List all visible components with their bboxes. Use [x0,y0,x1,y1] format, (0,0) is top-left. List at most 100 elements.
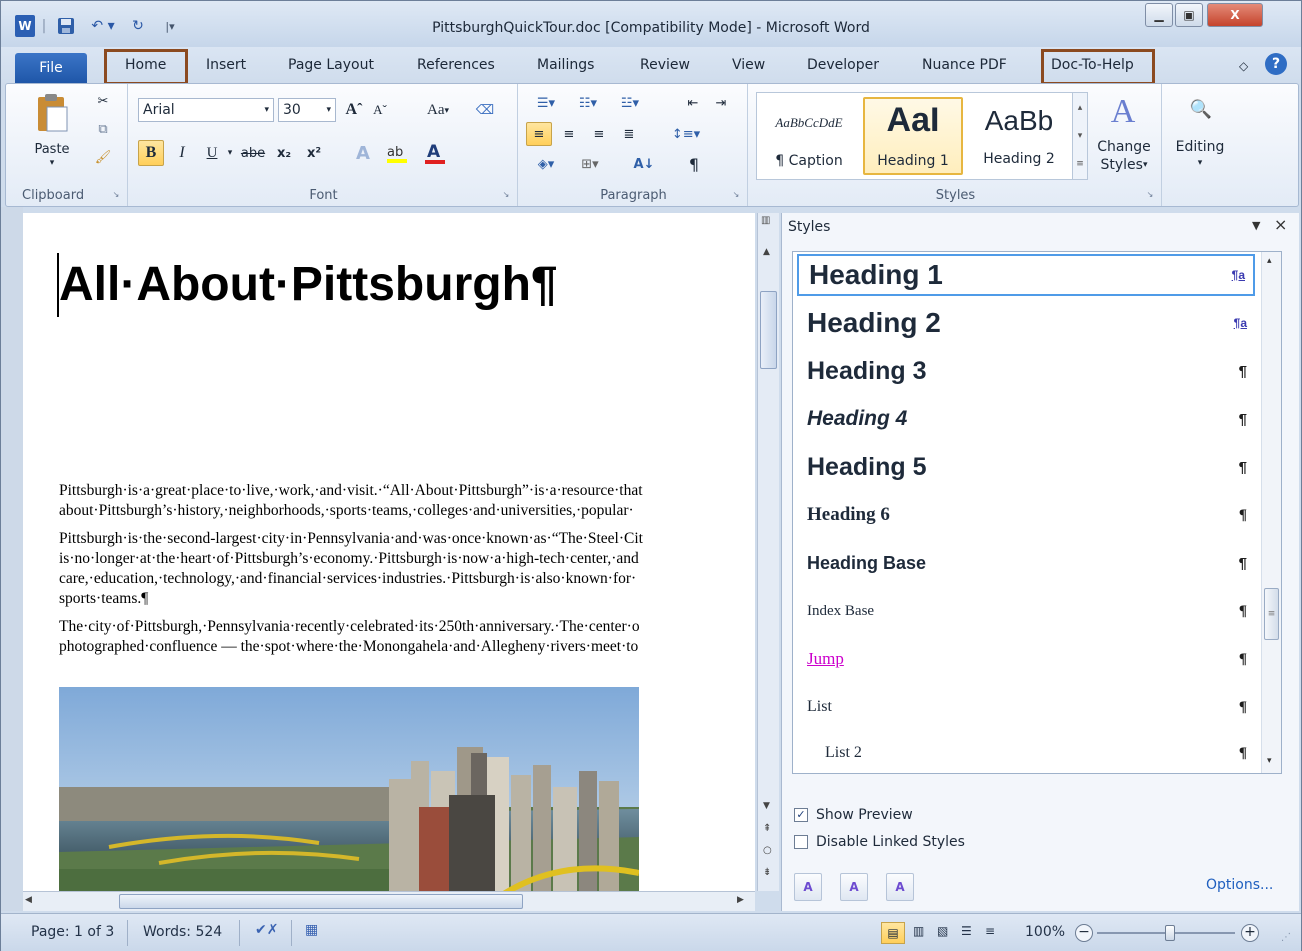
bold-button[interactable]: B [138,140,164,166]
superscript-button[interactable]: x² [300,140,328,166]
tab-doc-to-help[interactable]: Doc-To-Help [1051,57,1134,73]
close-pane-icon[interactable]: × [1274,215,1287,234]
sort-icon[interactable]: A↓ [630,152,658,176]
shading-icon[interactable]: ◈▾ [526,152,566,176]
draft-icon[interactable]: ≡ [985,924,995,938]
scroll-down-icon[interactable]: ▼ [763,801,770,811]
style-item-heading-3[interactable]: Heading 3 ¶ [797,350,1255,392]
options-link[interactable]: Options... [1206,877,1273,893]
grow-font-icon[interactable]: Aˆ [342,98,366,122]
clipboard-launcher-icon[interactable]: ↘ [110,188,122,200]
clear-formatting-icon[interactable]: ⌫ [472,98,498,122]
manage-styles-icon[interactable]: A [886,873,914,901]
web-layout-icon[interactable]: ▧ [937,924,948,938]
tab-insert[interactable]: Insert [206,57,246,73]
align-left-icon[interactable]: ≡ [526,122,552,146]
zoom-slider-thumb[interactable] [1165,925,1175,941]
strikethrough-button[interactable]: abe [238,140,268,166]
cut-icon[interactable]: ✂ [92,90,114,112]
proofing-icon[interactable]: ✔✗ [255,922,278,938]
borders-icon[interactable]: ⊞▾ [570,152,610,176]
style-item-heading-1[interactable]: Heading 1 ¶a [797,254,1255,296]
previous-page-icon[interactable]: ⇞ [763,823,771,834]
styles-scroll-thumb[interactable]: ≡ [1264,588,1279,640]
restore-icon[interactable]: ▣ [1175,3,1203,27]
paragraph-launcher-icon[interactable]: ↘ [730,188,742,200]
highlight-color-icon[interactable]: ab [382,140,418,166]
tab-references[interactable]: References [417,57,495,73]
outline-icon[interactable]: ☰ [961,924,972,938]
style-gallery-caption[interactable]: AaBbCcDdE ¶ Caption [759,97,859,175]
underline-dropdown-icon[interactable]: ▾ [224,140,236,166]
style-item-heading-base[interactable]: Heading Base ¶ [797,542,1255,584]
italic-button[interactable]: I [170,140,194,166]
show-formatting-button[interactable]: ¶ [680,152,708,176]
tab-nuance-pdf[interactable]: Nuance PDF [922,57,1007,73]
chevron-up-icon[interactable]: ▴ [1267,256,1272,266]
disable-linked-styles-checkbox[interactable] [794,835,808,849]
font-launcher-icon[interactable]: ↘ [500,188,512,200]
show-preview-checkbox[interactable]: ✓ [794,808,808,822]
editing-button[interactable]: Editing [1172,138,1228,156]
styles-list-scrollbar[interactable]: ▴ ≡ ▾ [1261,252,1281,773]
minimize-ribbon-icon[interactable]: ◇ [1239,59,1248,73]
style-item-heading-5[interactable]: Heading 5 ¶ [797,446,1255,488]
print-layout-icon[interactable]: ▤ [881,922,905,944]
styles-launcher-icon[interactable]: ↘ [1144,188,1156,200]
change-case-button[interactable]: Aa ▾ [418,98,458,122]
line-spacing-icon[interactable]: ↕≡▾ [666,122,706,146]
close-icon[interactable]: X [1207,3,1263,27]
font-name-combo[interactable]: Arial ▾ [138,98,274,122]
next-page-icon[interactable]: ⇟ [763,867,771,878]
ruler-toggle-icon[interactable]: ▥ [761,215,775,229]
style-item-index-base[interactable]: Index Base ¶ [797,590,1255,632]
zoom-out-icon[interactable]: − [1075,924,1093,942]
shrink-font-icon[interactable]: Aˇ [368,98,392,122]
bullets-icon[interactable]: ☰▾ [526,92,566,114]
tab-developer[interactable]: Developer [807,57,879,73]
tab-file[interactable]: File [15,53,87,83]
document-horizontal-scrollbar[interactable]: ◀ ▶ [23,891,755,911]
help-icon[interactable]: ? [1265,53,1287,75]
style-item-list[interactable]: List ¶ [797,686,1255,728]
format-painter-icon[interactable]: 🖌 [92,146,114,168]
text-effects-icon[interactable]: A [348,140,378,166]
style-item-jump[interactable]: Jump ¶ [797,638,1255,680]
change-styles-button-line2[interactable]: Styles ▾ [1090,156,1158,174]
multilevel-list-icon[interactable]: ☳▾ [610,92,650,114]
scroll-left-icon[interactable]: ◀ [25,895,32,905]
document-body[interactable]: Pittsburgh·is·a·great·place·to·live,·wor… [59,481,643,657]
tab-view[interactable]: View [732,57,765,73]
browse-object-icon[interactable]: ○ [763,845,772,856]
style-item-heading-2[interactable]: Heading 2 ¶a [797,302,1255,344]
style-item-list-2[interactable]: List 2 ¶ [797,734,1255,772]
style-item-heading-6[interactable]: Heading 6 ¶ [797,494,1255,536]
style-inspector-icon[interactable]: A [840,873,868,901]
minimize-icon[interactable]: ▁ [1145,3,1173,27]
copy-icon[interactable]: ⧉ [92,118,114,140]
tab-page-layout[interactable]: Page Layout [288,57,374,73]
justify-icon[interactable]: ≣ [616,122,642,146]
scroll-thumb[interactable] [760,291,777,369]
change-styles-button[interactable]: Change [1090,138,1158,156]
font-size-combo[interactable]: 30 ▾ [278,98,336,122]
paste-dropdown-icon[interactable]: ▾ [44,156,60,170]
tab-home[interactable]: Home [125,57,166,73]
align-right-icon[interactable]: ≡ [586,122,612,146]
macro-icon[interactable]: ▦ [305,922,318,938]
scroll-right-icon[interactable]: ▶ [737,895,744,905]
chevron-down-icon[interactable]: ▾ [1192,156,1208,170]
gallery-scroll[interactable]: ▴ ▾ ≡ [1072,92,1088,180]
subscript-button[interactable]: x₂ [270,140,298,166]
increase-indent-icon[interactable]: ⇥ [708,92,734,114]
horizontal-scroll-thumb[interactable] [119,894,523,909]
resize-grip-icon[interactable]: ⋰ [1281,932,1291,943]
font-color-icon[interactable]: A [420,140,456,166]
style-item-heading-4[interactable]: Heading 4 ¶ [797,398,1255,440]
new-style-icon[interactable]: A [794,873,822,901]
decrease-indent-icon[interactable]: ⇤ [680,92,706,114]
change-styles-icon[interactable]: A [1094,92,1152,132]
scroll-up-icon[interactable]: ▲ [763,247,770,257]
tab-review[interactable]: Review [640,57,690,73]
pittsburgh-skyline-photo[interactable] [59,687,639,891]
